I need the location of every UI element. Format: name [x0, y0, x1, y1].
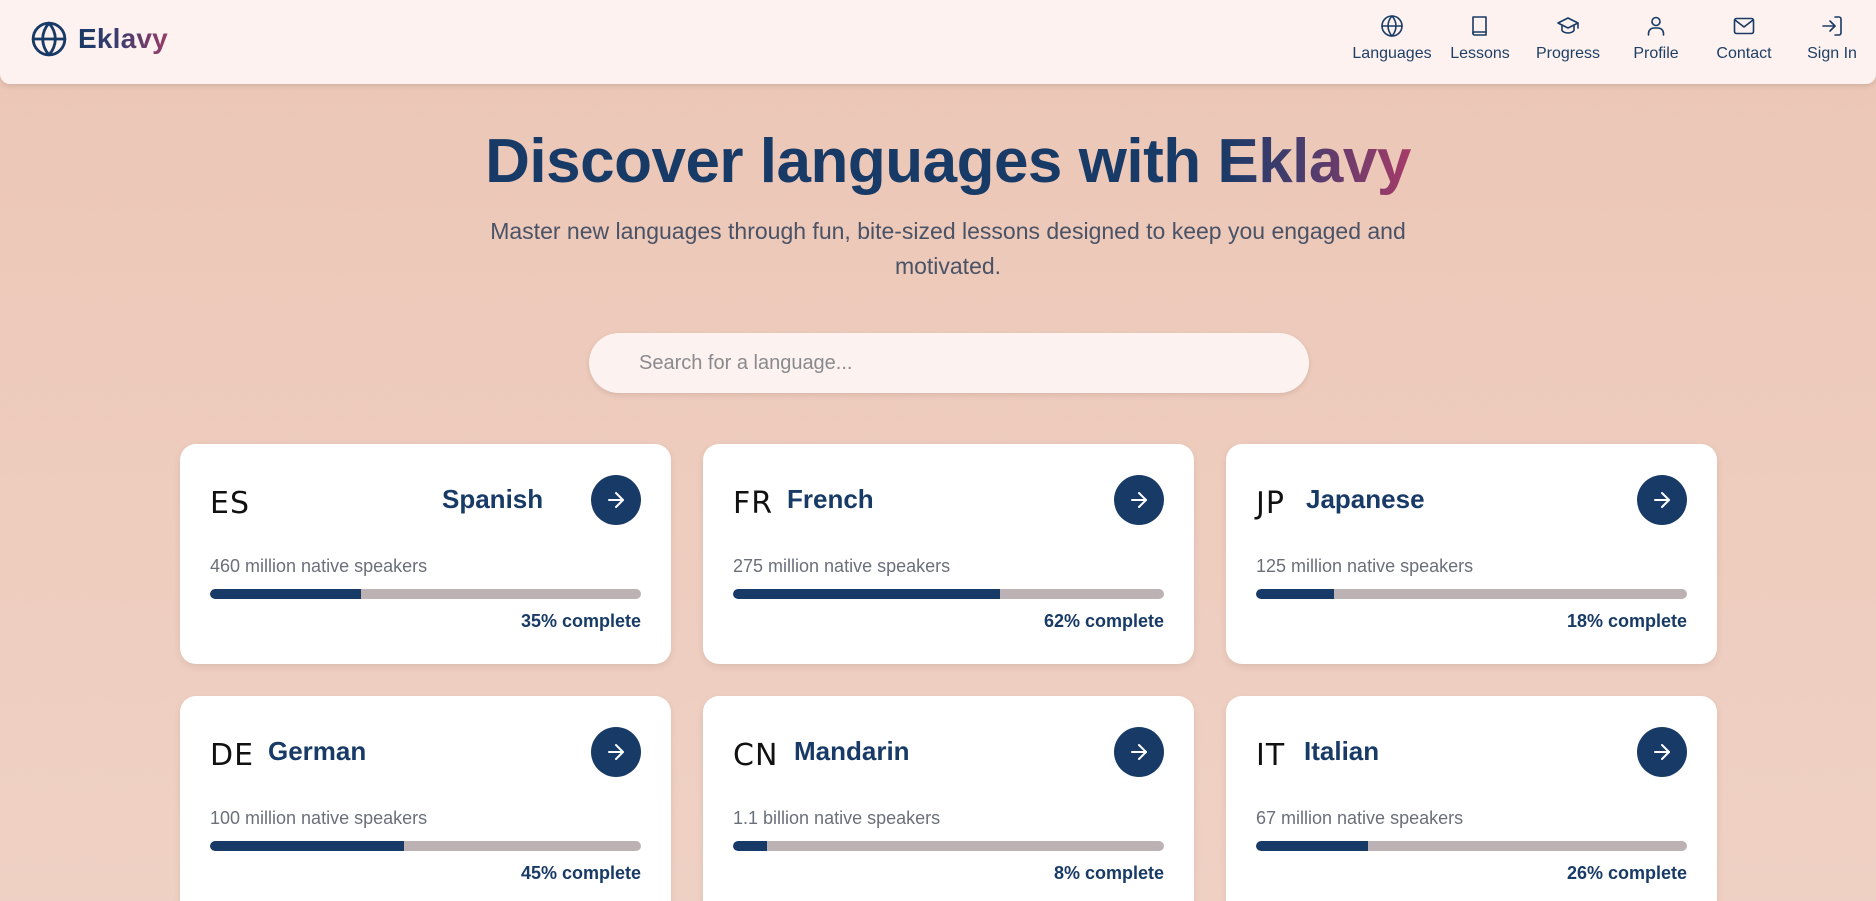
nav-sign-in[interactable]: Sign In [1788, 0, 1876, 84]
logo-link[interactable]: Eklavy [30, 20, 168, 58]
globe-icon [1381, 15, 1403, 37]
language-name: French [787, 484, 874, 514]
language-name: Spanish [442, 484, 544, 514]
language-search-input[interactable] [589, 333, 1309, 393]
progress-label: 8% complete [1053, 863, 1164, 883]
progress-bar [210, 589, 641, 599]
progress-bar [1256, 589, 1687, 599]
language-code: FR [733, 486, 774, 521]
progress-label: 18% complete [1566, 611, 1687, 631]
language-name: Mandarin [794, 736, 910, 766]
nav-contact[interactable]: Contact [1700, 0, 1788, 84]
language-code: IT [1256, 738, 1286, 773]
speaker-count: 1.1 billion native speakers [733, 808, 941, 828]
progress-label: 45% complete [520, 863, 641, 883]
arrow-right-icon [1654, 492, 1670, 508]
arrow-right-icon [608, 744, 624, 760]
progress-fill [733, 841, 768, 851]
nav-languages[interactable]: Languages [1348, 0, 1436, 84]
speaker-count: 67 million native speakers [1256, 808, 1464, 828]
graduation-cap-icon [1557, 17, 1579, 34]
speaker-count: 100 million native speakers [210, 808, 428, 828]
open-language-button[interactable] [1637, 475, 1687, 525]
progress-bar [733, 841, 1164, 851]
title-brand: Eklavy [1217, 127, 1411, 196]
open-language-button[interactable] [591, 475, 641, 525]
speaker-count: 125 million native speakers [1256, 556, 1474, 576]
open-language-button[interactable] [1637, 727, 1687, 777]
nav-label: Profile [1633, 45, 1679, 62]
open-language-button[interactable] [1114, 727, 1164, 777]
open-language-button[interactable] [1114, 475, 1164, 525]
language-card-japanese[interactable]: JP Japanese 125 million native speakers … [1226, 444, 1717, 664]
progress-fill [1256, 589, 1334, 599]
progress-bar [733, 589, 1164, 599]
arrow-right-icon [1131, 744, 1147, 760]
language-card-italian[interactable]: IT Italian 67 million native speakers 26… [1226, 696, 1717, 901]
progress-label: 62% complete [1043, 611, 1164, 631]
progress-fill [210, 841, 404, 851]
speaker-count: 275 million native speakers [733, 556, 951, 576]
sign-in-icon [1822, 16, 1842, 36]
progress-fill [1256, 841, 1369, 851]
language-card-french[interactable]: FR French 275 million native speakers 62… [703, 444, 1194, 664]
progress-label: 26% complete [1566, 863, 1687, 883]
progress-fill [210, 589, 361, 599]
user-icon [1647, 16, 1665, 36]
nav-label: Sign In [1807, 45, 1857, 62]
arrow-right-icon [608, 492, 624, 508]
progress-fill [733, 589, 1001, 599]
language-card-german[interactable]: DE German 100 million native speakers 45… [180, 696, 671, 901]
nav-label: Lessons [1450, 45, 1510, 62]
brand-name: Eklavy [78, 23, 168, 54]
open-language-button[interactable] [591, 727, 641, 777]
language-code: DE [210, 738, 255, 773]
arrow-right-icon [1654, 744, 1670, 760]
progress-bar [210, 841, 641, 851]
language-name: German [268, 736, 367, 766]
arrow-right-icon [1131, 492, 1147, 508]
language-name: Japanese [1306, 484, 1425, 514]
nav-progress[interactable]: Progress [1524, 0, 1612, 84]
page-title: Discover languages with Eklavy [0, 126, 1876, 197]
site-header: Eklavy Languages Lessons Progress Profil… [0, 0, 1876, 84]
language-code: JP [1256, 486, 1285, 521]
nav-lessons[interactable]: Lessons [1436, 0, 1524, 84]
book-icon [1472, 16, 1487, 36]
globe-icon [31, 21, 67, 57]
nav-label: Contact [1716, 45, 1772, 62]
page-subtitle: Master new languages through fun, bite-s… [490, 218, 1406, 279]
title-prefix: Discover languages with [485, 127, 1218, 196]
language-code: ES [210, 486, 250, 521]
mail-icon [1733, 17, 1755, 35]
progress-label: 35% complete [520, 611, 641, 631]
language-code: CN [733, 738, 779, 773]
speaker-count: 460 million native speakers [210, 556, 428, 576]
nav-label: Progress [1535, 45, 1601, 62]
language-card-mandarin[interactable]: CN Mandarin 1.1 billion native speakers … [703, 696, 1194, 901]
language-card-spanish[interactable]: ES Spanish 460 million native speakers 3… [180, 444, 671, 664]
nav-label: Languages [1352, 45, 1432, 62]
main-nav: Languages Lessons Progress Profile Conta… [1348, 0, 1876, 84]
language-name: Italian [1304, 736, 1380, 766]
progress-bar [1256, 841, 1687, 851]
nav-profile[interactable]: Profile [1612, 0, 1700, 84]
